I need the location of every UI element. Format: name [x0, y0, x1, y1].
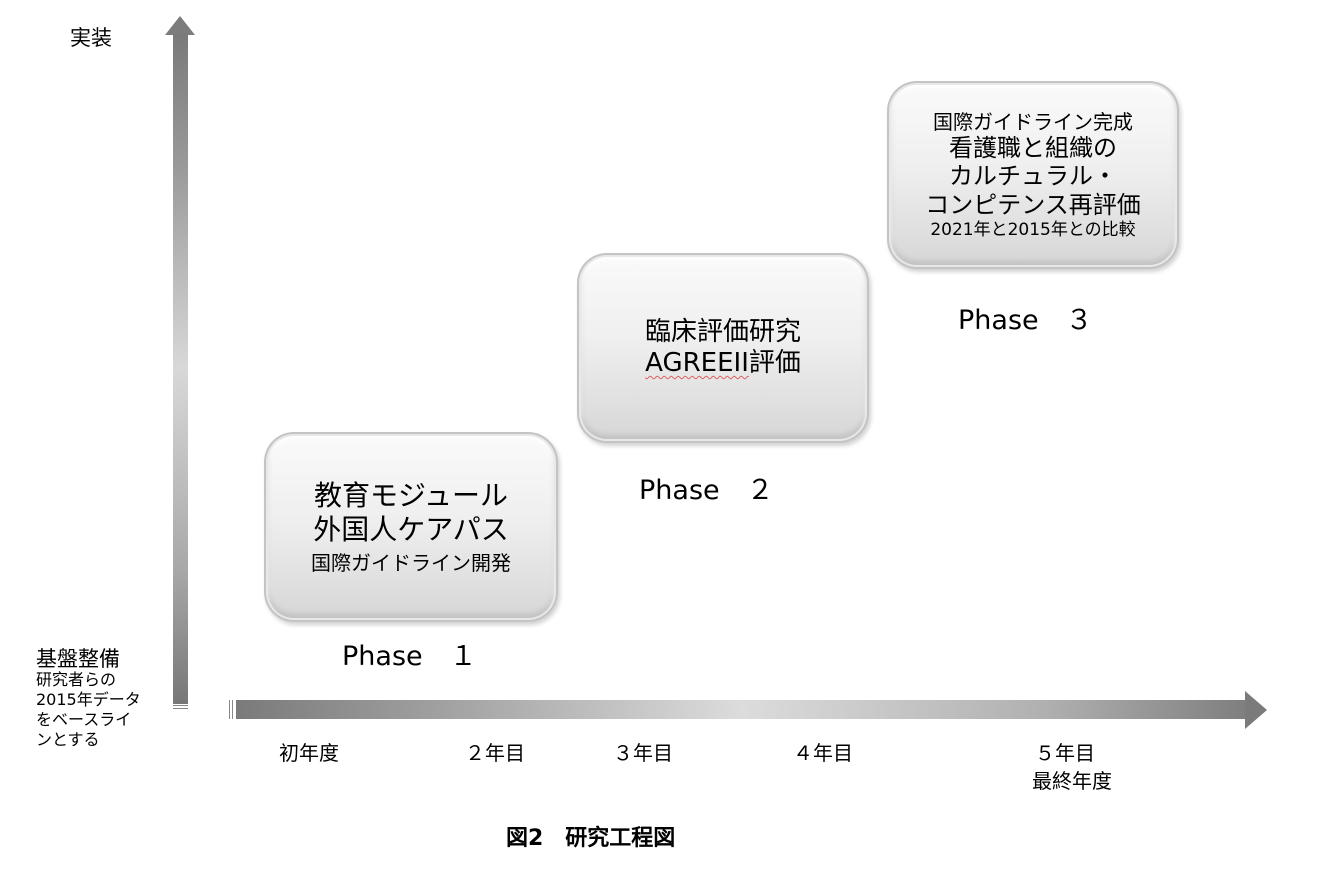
- phase-2-line: 評価: [748, 348, 801, 378]
- phase-2-line: 臨床評価研究: [644, 316, 801, 347]
- phase-1-line: 教育モジュール: [313, 479, 509, 513]
- phase-3-line: カルチュラル・: [949, 162, 1117, 191]
- x-tick-year-4: ４年目: [793, 741, 853, 765]
- x-tick-final-year-note: 最終年度: [1032, 769, 1112, 793]
- y-axis-bottom-label: 基盤整備: [36, 647, 120, 671]
- note-line: をベースライ: [36, 710, 132, 729]
- phase-3-box: 国際ガイドライン完成 看護職と組織の カルチュラル・ コンピテンス再評価 202…: [891, 85, 1175, 265]
- phase-2-label: Phase ２: [639, 475, 774, 506]
- x-tick-year-5: ５年目: [1035, 741, 1095, 765]
- phase-2-box: 臨床評価研究 AGREEII評価: [581, 257, 865, 439]
- y-axis-top-label: 実装: [70, 26, 112, 50]
- figure-caption: 図2 研究工程図: [506, 826, 676, 851]
- y-axis-arrowhead-icon: [165, 16, 195, 35]
- x-axis-base-line: [229, 700, 230, 719]
- note-line: 2015年データ: [36, 690, 141, 709]
- phase-1-line: 国際ガイドライン開発: [311, 550, 511, 575]
- phase-2-line: AGREEII: [645, 348, 749, 378]
- phase-3-line: 国際ガイドライン完成: [933, 109, 1133, 134]
- phase-2-line-group: AGREEII評価: [645, 348, 801, 379]
- phase-1-line: 外国人ケアパス: [313, 513, 509, 546]
- y-axis-base-line: [173, 705, 188, 706]
- x-axis-arrow: [236, 700, 1248, 719]
- phase-1-label: Phase １: [342, 641, 477, 672]
- note-line: ンとする: [36, 730, 100, 749]
- x-tick-year-2: ２年目: [465, 741, 525, 765]
- x-axis-arrowhead-icon: [1245, 691, 1267, 729]
- x-tick-year-1: 初年度: [279, 741, 339, 765]
- x-axis-base-line: [232, 700, 233, 719]
- y-axis-bottom-note: 研究者らの 2015年データ をベースライ ンとする: [36, 670, 141, 750]
- phase-3-line: コンピテンス再評価: [925, 191, 1141, 220]
- y-axis-base-line: [173, 708, 188, 709]
- phase-3-line: 看護職と組織の: [949, 133, 1117, 162]
- y-axis-arrow: [173, 34, 188, 704]
- x-tick-year-3: ３年目: [613, 741, 673, 765]
- phase-3-label: Phase ３: [958, 305, 1093, 336]
- phase-1-box: 教育モジュール 外国人ケアパス 国際ガイドライン開発: [268, 436, 554, 618]
- phase-3-line: 2021年と2015年との比較: [930, 220, 1136, 240]
- note-line: 研究者らの: [36, 670, 117, 689]
